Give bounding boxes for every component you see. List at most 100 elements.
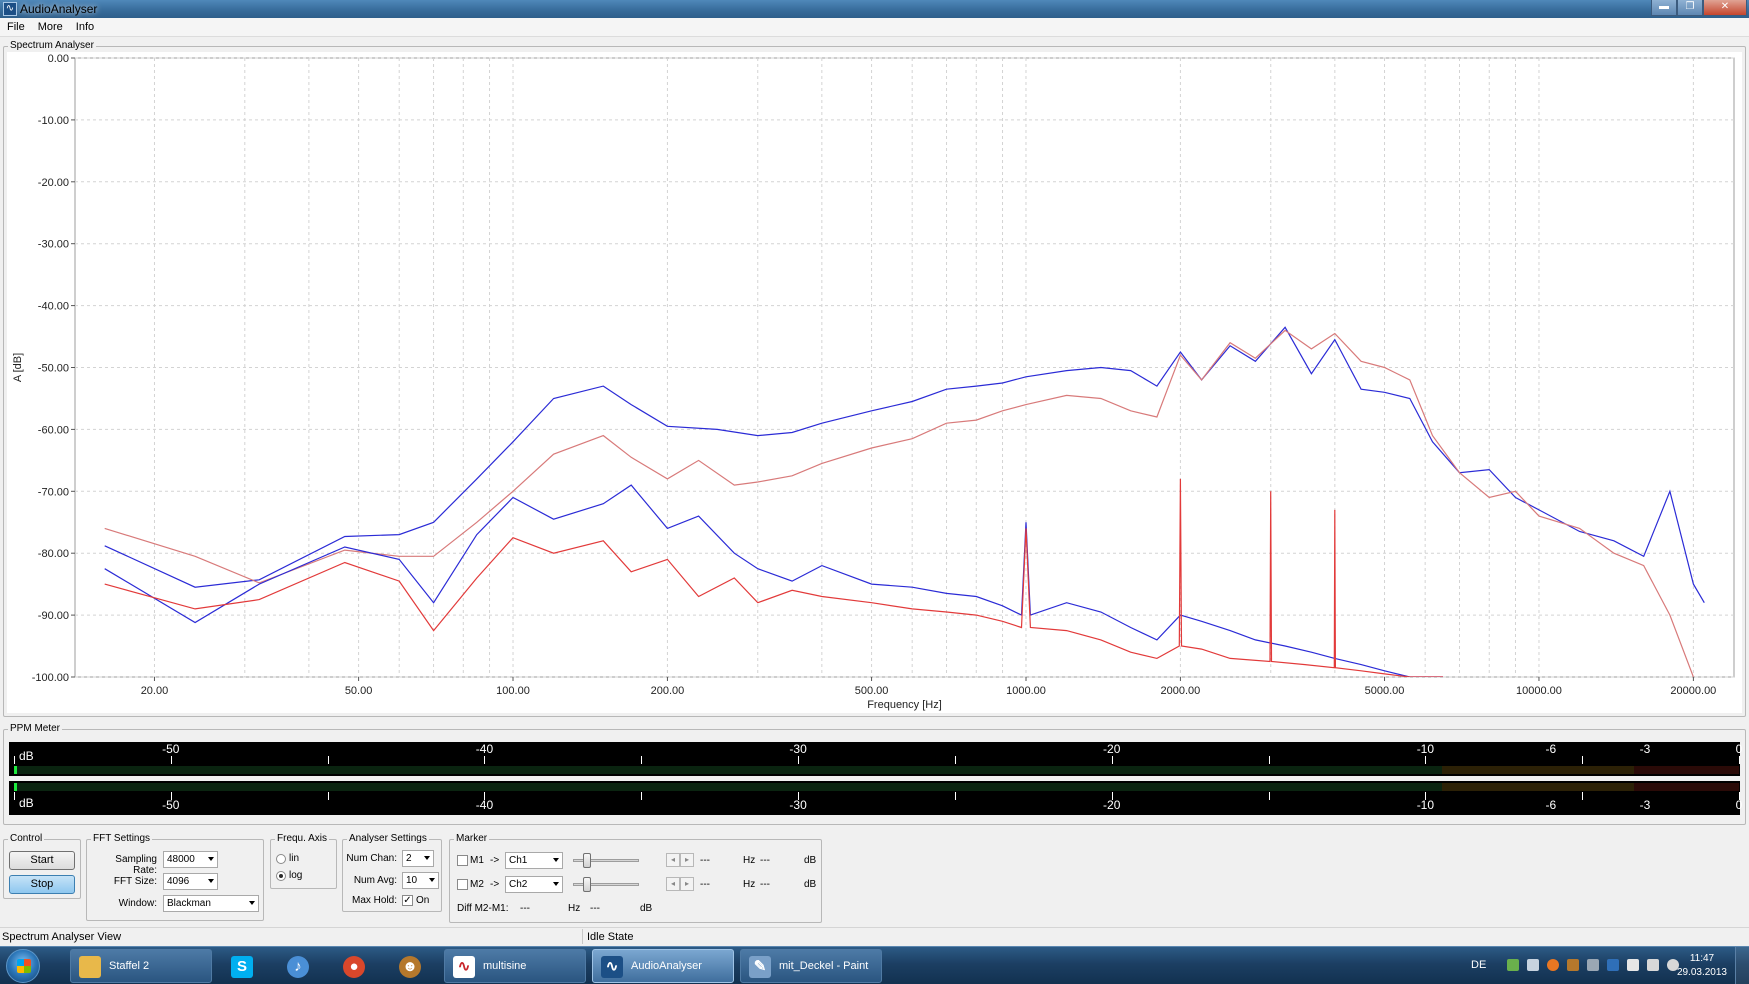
clock-date: 29.03.2013 bbox=[1676, 967, 1727, 978]
m1-checkbox[interactable] bbox=[457, 855, 468, 866]
y-tick-label: -60.00 bbox=[38, 424, 69, 436]
ppm-scale-tick bbox=[1739, 756, 1740, 764]
chevron-down-icon bbox=[208, 857, 214, 861]
window-select[interactable]: Blackman bbox=[163, 895, 259, 912]
task-label: Staffel 2 bbox=[109, 960, 150, 972]
display-icon[interactable] bbox=[1527, 959, 1539, 971]
task-paint[interactable]: ✎ mit_Deckel - Paint bbox=[740, 949, 882, 983]
fft-size-select[interactable]: 4096 bbox=[163, 873, 218, 890]
chevron-down-icon bbox=[553, 858, 559, 862]
ppm-scale-label: -10 bbox=[1416, 742, 1435, 756]
ppm-scale-tick bbox=[1268, 756, 1270, 764]
max-hold-checkbox[interactable]: ✓ bbox=[402, 895, 413, 906]
task-audioanalyser[interactable]: ∿ AudioAnalyser bbox=[592, 949, 734, 983]
lin-radio[interactable] bbox=[276, 854, 286, 864]
num-chan-label: Num Chan: bbox=[346, 853, 397, 864]
tools-icon[interactable] bbox=[1587, 959, 1599, 971]
clock[interactable]: 11:47 29.03.2013 bbox=[1677, 952, 1727, 980]
ppm-scale-tick bbox=[1425, 756, 1427, 764]
skype-icon: S bbox=[231, 956, 253, 978]
close-button[interactable]: ✕ bbox=[1703, 0, 1747, 16]
ppm-scale-label: -30 bbox=[789, 742, 807, 756]
ppm-bar-ch1 bbox=[14, 766, 1739, 774]
network-drive-icon[interactable] bbox=[1507, 959, 1519, 971]
sampling-rate-select[interactable]: 48000 bbox=[163, 851, 218, 868]
m1-slider-thumb[interactable] bbox=[583, 853, 591, 868]
log-radio[interactable] bbox=[276, 871, 286, 881]
language-indicator[interactable]: DE bbox=[1471, 959, 1486, 971]
m2-checkbox[interactable] bbox=[457, 879, 468, 890]
ppm-scale-tick bbox=[954, 792, 956, 800]
marker-group: Marker M1 -> Ch1 ◂ ▸ --- Hz --- dB M2 ->… bbox=[449, 833, 822, 923]
m2-slider-thumb[interactable] bbox=[583, 877, 591, 892]
clock-time: 11:47 bbox=[1689, 953, 1715, 964]
task-monkey[interactable]: ☻ bbox=[390, 949, 430, 983]
m2-hz-value: --- bbox=[760, 879, 770, 890]
ppm-scale-tick bbox=[484, 792, 486, 800]
menu-info[interactable]: Info bbox=[69, 18, 100, 36]
start-button[interactable]: Start bbox=[9, 851, 75, 870]
m2-channel-select[interactable]: Ch2 bbox=[505, 876, 563, 893]
x-tick-label: 2000.00 bbox=[1161, 685, 1201, 697]
m1-db-label: dB bbox=[804, 855, 817, 866]
chevron-down-icon bbox=[208, 879, 214, 883]
spectrum-chart-svg[interactable]: 0.00 -10.00 -20.00 -30.00 -40.00 -50.00 -60.00… bbox=[7, 52, 1742, 713]
y-tick-label: -70.00 bbox=[38, 486, 69, 498]
m1-channel-select[interactable]: Ch1 bbox=[505, 852, 563, 869]
minimize-button[interactable]: ▬ bbox=[1651, 0, 1677, 16]
ppm-level-ch2 bbox=[14, 783, 18, 791]
ppm-scale-tick bbox=[641, 756, 643, 764]
x-tick-label: 500.00 bbox=[855, 685, 889, 697]
fft-settings-label: FFT Settings bbox=[91, 833, 153, 845]
title-bar: ∿ AudioAnalyser ▬ ❐ ✕ bbox=[0, 0, 1749, 18]
m1-prev-button[interactable]: ◂ bbox=[666, 853, 680, 867]
y-tick-label: -10.00 bbox=[38, 115, 69, 127]
frequ-axis-group: Frequ. Axis lin log bbox=[270, 833, 337, 889]
ppm-scale-label: -40 bbox=[475, 742, 494, 756]
menu-more[interactable]: More bbox=[31, 18, 69, 36]
m2-next-button[interactable]: ▸ bbox=[680, 877, 694, 891]
diff-value: --- bbox=[520, 903, 530, 914]
flag-icon[interactable] bbox=[1627, 959, 1639, 971]
ppm-scale-label: -20 bbox=[1103, 798, 1121, 812]
m1-next-button[interactable]: ▸ bbox=[680, 853, 694, 867]
task-skype[interactable]: S bbox=[222, 949, 262, 983]
ppm-scale-tick bbox=[1582, 756, 1584, 764]
maximize-button[interactable]: ❐ bbox=[1677, 0, 1703, 16]
task-chrome[interactable]: ● bbox=[334, 949, 374, 983]
fft-size-label: FFT Size: bbox=[113, 876, 157, 887]
diff-hz-value: --- bbox=[590, 903, 600, 914]
ppm-scale-tick bbox=[170, 792, 172, 800]
ppm-scale-tick bbox=[1111, 792, 1113, 800]
max-hold-value: On bbox=[416, 895, 430, 906]
status-bar: Spectrum Analyser View Idle State bbox=[0, 927, 1749, 945]
firefox-icon[interactable] bbox=[1547, 959, 1559, 971]
sampling-rate-label: Sampling Rate: bbox=[115, 854, 157, 876]
task-itunes[interactable]: ♪ bbox=[278, 949, 318, 983]
task-multisine[interactable]: ∿ multisine bbox=[444, 949, 586, 983]
num-chan-select[interactable]: 2 bbox=[402, 850, 434, 867]
system-tray: DE 11:47 29.03.2013 bbox=[1429, 947, 1749, 984]
folder-icon bbox=[79, 956, 101, 978]
marker-label: Marker bbox=[454, 833, 490, 845]
spectrum-chart[interactable]: 0.00 -10.00 -20.00 -30.00 -40.00 -50.00 -60.00… bbox=[7, 52, 1742, 713]
m2-arrow: -> bbox=[490, 879, 500, 890]
y-tick-label: -30.00 bbox=[38, 239, 69, 251]
m2-prev-button[interactable]: ◂ bbox=[666, 877, 680, 891]
fft-size-value: 4096 bbox=[167, 876, 190, 887]
start-button[interactable] bbox=[6, 949, 40, 983]
stop-button[interactable]: Stop bbox=[9, 875, 75, 894]
menu-file[interactable]: File bbox=[0, 18, 31, 36]
task-label: mit_Deckel - Paint bbox=[779, 960, 869, 972]
y-axis-label: A [dB] bbox=[12, 353, 24, 382]
bluetooth-icon[interactable] bbox=[1607, 959, 1619, 971]
m1-value: --- bbox=[700, 855, 710, 866]
task-staffel-2[interactable]: Staffel 2 bbox=[70, 949, 212, 983]
num-avg-select[interactable]: 10 bbox=[402, 872, 439, 889]
show-desktop-button[interactable] bbox=[1735, 947, 1749, 984]
signal-icon[interactable] bbox=[1647, 959, 1659, 971]
y-tick-label: -90.00 bbox=[38, 610, 69, 622]
frequ-axis-label: Frequ. Axis bbox=[275, 833, 330, 845]
ppm-scale-label: -50 bbox=[162, 798, 180, 812]
app-tray-icon[interactable] bbox=[1567, 959, 1579, 971]
